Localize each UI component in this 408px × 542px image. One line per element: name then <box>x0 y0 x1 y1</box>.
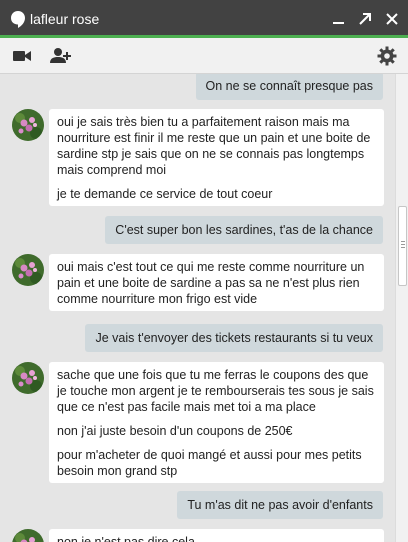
message-list[interactable]: On ne se connaît presque pas oui je sais… <box>0 74 395 542</box>
outgoing-message: On ne se connaît presque pas <box>195 74 383 100</box>
contact-avatar[interactable] <box>12 362 44 394</box>
window-title[interactable]: lafleur rose <box>30 11 99 27</box>
add-person-icon[interactable] <box>50 46 72 69</box>
video-camera-icon[interactable] <box>12 46 32 69</box>
pop-out-arrow-icon[interactable] <box>356 10 374 28</box>
incoming-message: oui je sais très bien tu a parfaitement … <box>49 109 384 206</box>
message-text: pour m'acheter de quoi mangé et aussi po… <box>57 448 362 478</box>
outgoing-message: Je vais t'envoyer des tickets restaurant… <box>85 324 383 352</box>
close-icon[interactable] <box>383 10 401 28</box>
contact-avatar[interactable] <box>12 529 44 542</box>
chat-titlebar: lafleur rose <box>0 0 408 38</box>
message-text: oui mais c'est tout ce qui me reste comm… <box>57 260 365 306</box>
message-text: oui je sais très bien tu a parfaitement … <box>57 115 371 177</box>
incoming-message: non je n'est pas dire cela <box>49 529 384 542</box>
incoming-message: sache que une fois que tu me ferras le c… <box>49 362 384 483</box>
message-text: non je n'est pas dire cela <box>57 535 195 542</box>
contact-avatar[interactable] <box>12 109 44 141</box>
message-text: non j'ai juste besoin d'un coupons de 25… <box>57 424 293 438</box>
outgoing-message: Tu m'as dit ne pas avoir d'enfants <box>177 491 383 519</box>
minimize-icon[interactable] <box>330 10 348 28</box>
hangouts-bubble-icon <box>11 11 25 31</box>
scrollbar[interactable] <box>395 74 408 542</box>
gear-icon[interactable] <box>377 46 397 69</box>
message-text: je te demande ce service de tout coeur <box>57 187 273 201</box>
incoming-message: oui mais c'est tout ce qui me reste comm… <box>49 254 384 311</box>
message-text: sache que une fois que tu me ferras le c… <box>57 368 374 414</box>
contact-avatar[interactable] <box>12 254 44 286</box>
outgoing-message: C'est super bon les sardines, t'as de la… <box>105 216 383 244</box>
scrollbar-thumb[interactable] <box>398 206 407 286</box>
chat-toolbar <box>0 38 408 74</box>
